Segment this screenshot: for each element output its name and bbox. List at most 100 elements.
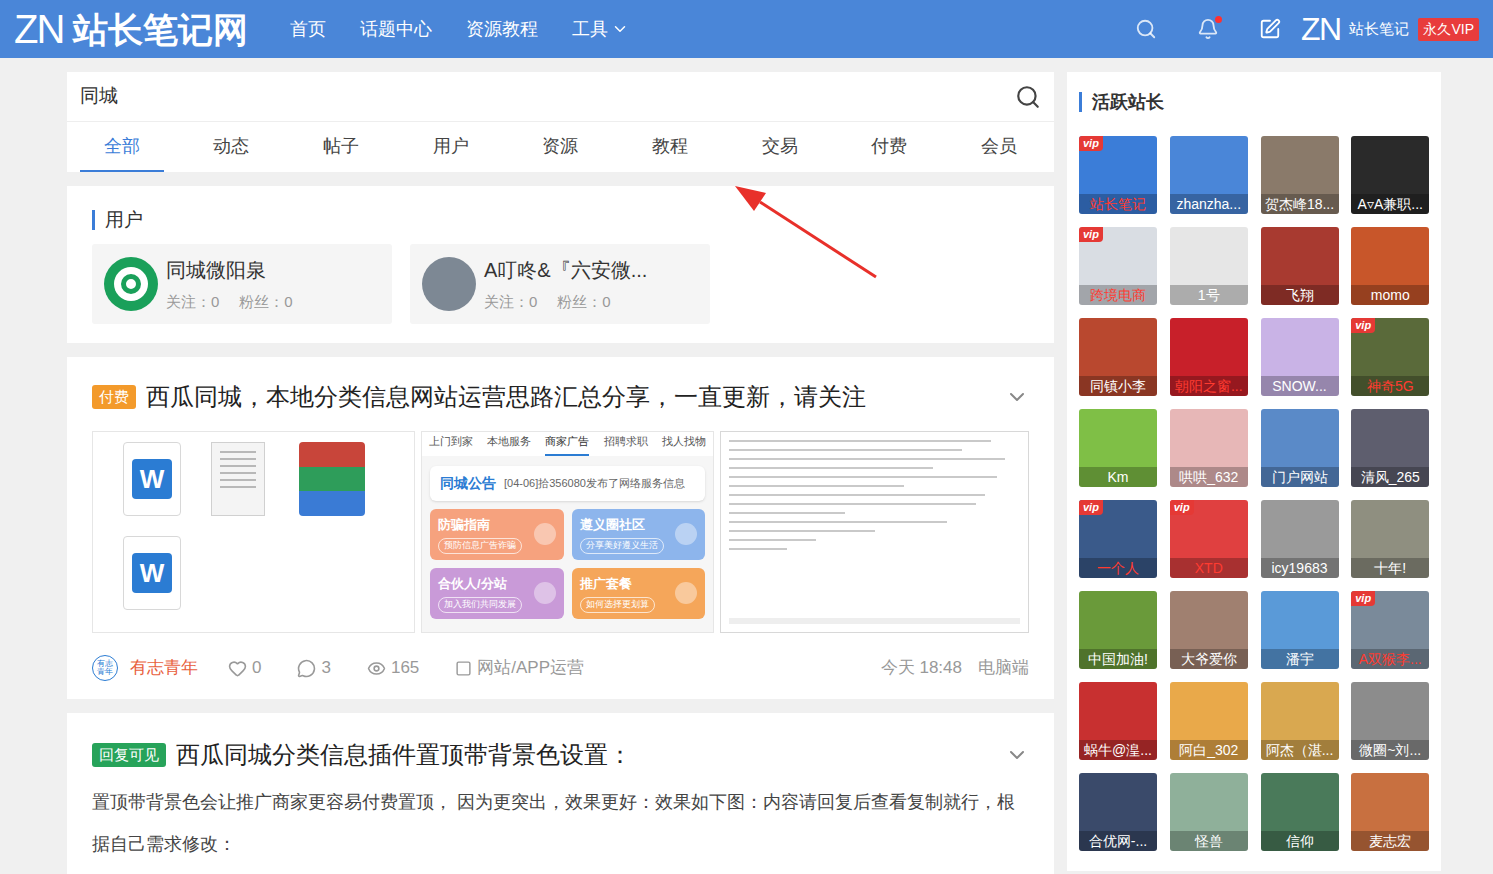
member-grid: vip站长笔记zhanzha...贺杰峰18...A▿A兼职... vip跨境电商…: [1079, 136, 1429, 851]
app-tab[interactable]: 上门到家: [429, 433, 473, 456]
active-members: 活跃站长vip站长笔记zhanzha...贺杰峰18...A▿A兼职...vip…: [1067, 72, 1441, 871]
expand-icon[interactable]: [1005, 385, 1029, 409]
member-tile[interactable]: vipXTD: [1170, 500, 1248, 578]
files-screenshot[interactable]: WW: [92, 431, 415, 633]
member-tile[interactable]: vip跨境电商: [1079, 227, 1157, 305]
follow-count: 关注：0: [484, 291, 537, 314]
member-tile[interactable]: vip站长笔记: [1079, 136, 1157, 214]
author-avatar[interactable]: 有志青年: [92, 655, 118, 681]
member-tile[interactable]: SNOW...: [1261, 318, 1339, 396]
member-tile[interactable]: 飞翔: [1261, 227, 1339, 305]
post-category[interactable]: 网站/APP运营: [455, 655, 584, 681]
member-tile[interactable]: vipA双猴李...: [1351, 591, 1429, 669]
search-tab[interactable]: 资源: [506, 122, 616, 172]
post-title[interactable]: 西瓜同城分类信息插件置顶带背景色设置：: [176, 737, 632, 773]
member-tile[interactable]: 哄哄_632: [1170, 409, 1248, 487]
tile-icon: [534, 582, 556, 604]
member-tile[interactable]: 清风_265: [1351, 409, 1429, 487]
member-tile[interactable]: 同镇小李: [1079, 318, 1157, 396]
app-tile[interactable]: 防骗指南预防信息广告诈骗: [430, 509, 564, 560]
member-tile[interactable]: 合优网-...: [1079, 773, 1157, 851]
app-tab[interactable]: 招聘求职: [604, 433, 648, 456]
member-tile[interactable]: 微圈~刘...: [1351, 682, 1429, 760]
app-tab[interactable]: 本地服务: [487, 433, 531, 456]
member-tile[interactable]: 十年!: [1351, 500, 1429, 578]
nav-item[interactable]: 首页: [290, 16, 326, 43]
nav-item[interactable]: 话题中心: [360, 16, 432, 43]
member-tile[interactable]: 阿白_302: [1170, 682, 1248, 760]
app-tab[interactable]: 商家广告: [545, 433, 589, 456]
member-tile[interactable]: 潘宇: [1261, 591, 1339, 669]
search-tab[interactable]: 教程: [615, 122, 725, 172]
search-icon[interactable]: [1135, 18, 1157, 40]
member-name: 哄哄_632: [1170, 467, 1248, 487]
author-name[interactable]: 有志青年: [130, 655, 198, 681]
search-tab[interactable]: 付费: [835, 122, 945, 172]
page: ZN站长笔记网首页话题中心资源教程工具ZN站长笔记永久VIP同城全部动态帖子用户…: [0, 0, 1493, 874]
comment-icon: [297, 659, 316, 678]
search-tab[interactable]: 全部: [67, 122, 177, 172]
member-tile[interactable]: 信仰: [1261, 773, 1339, 851]
member-tile[interactable]: 怪兽: [1170, 773, 1248, 851]
eye-icon: [367, 659, 386, 678]
app-tab[interactable]: 找人找物: [662, 433, 706, 456]
header-actions: ZN 站长笔记永久VIP: [1135, 13, 1479, 45]
member-tile[interactable]: momo: [1351, 227, 1429, 305]
user-name: 站长笔记: [1349, 18, 1409, 41]
expand-icon[interactable]: [1005, 743, 1029, 767]
vip-tag: vip: [1079, 136, 1103, 151]
search-icon[interactable]: [1015, 84, 1041, 110]
nav-item[interactable]: 工具: [572, 16, 629, 43]
app-screenshot[interactable]: 上门到家本地服务商家广告招聘求职找人找物同城公告[04-06]拾356080发布…: [421, 431, 714, 633]
user-chip[interactable]: 同城微阳泉关注：0粉丝：0: [92, 244, 392, 324]
search-tab[interactable]: 动态: [177, 122, 287, 172]
document-screenshot[interactable]: [720, 431, 1029, 633]
user-avatar: [422, 257, 476, 311]
search-tab[interactable]: 会员: [944, 122, 1054, 172]
view-count: 165: [367, 655, 419, 681]
logo[interactable]: ZN站长笔记网: [14, 9, 248, 49]
member-tile[interactable]: vip一个人: [1079, 500, 1157, 578]
app-tile[interactable]: 遵义圈社区分享美好遵义生活: [572, 509, 706, 560]
member-tile[interactable]: 朝阳之窗...: [1170, 318, 1248, 396]
nav-item[interactable]: 资源教程: [466, 16, 538, 43]
member-tile[interactable]: icy19683: [1261, 500, 1339, 578]
search-tab[interactable]: 交易: [725, 122, 835, 172]
member-tile[interactable]: A▿A兼职...: [1351, 136, 1429, 214]
member-tile[interactable]: 中国加油!: [1079, 591, 1157, 669]
user-chip[interactable]: A叮咚&『六安微...关注：0粉丝：0: [410, 244, 710, 324]
category-icon: [455, 660, 472, 677]
member-tile[interactable]: 阿杰（湛...: [1261, 682, 1339, 760]
fans-count: 粉丝：0: [239, 291, 292, 314]
search-tab[interactable]: 用户: [396, 122, 506, 172]
vip-badge: 永久VIP: [1418, 18, 1479, 41]
search-tab[interactable]: 帖子: [286, 122, 396, 172]
member-tile[interactable]: vip神奇5G: [1351, 318, 1429, 396]
member-tile[interactable]: 贺杰峰18...: [1261, 136, 1339, 214]
comment-count[interactable]: 3: [297, 655, 330, 681]
search-field[interactable]: 同城: [67, 72, 1054, 122]
member-tile[interactable]: 麦志宏: [1351, 773, 1429, 851]
member-tile[interactable]: Km: [1079, 409, 1157, 487]
post-card[interactable]: 回复可见西瓜同城分类信息插件置顶带背景色设置：置顶带背景色会让推广商家更容易付费…: [67, 713, 1054, 874]
member-tile[interactable]: 大爷爱你: [1170, 591, 1248, 669]
member-name: 飞翔: [1261, 285, 1339, 305]
edit-icon[interactable]: [1259, 18, 1281, 40]
app-tile[interactable]: 推广套餐如何选择更划算: [572, 568, 706, 619]
post-title[interactable]: 西瓜同城，本地分类信息网站运营思路汇总分享，一直更新，请关注: [146, 379, 866, 415]
word-file-icon: W: [123, 442, 181, 516]
top-bar: ZN站长笔记网 首页 话题中心 资源教程 工具 ZN 站长笔记永久VIP: [0, 0, 1493, 58]
like-count[interactable]: 0: [228, 655, 261, 681]
member-name: 1号: [1170, 285, 1248, 305]
post-card[interactable]: 付费西瓜同城，本地分类信息网站运营思路汇总分享，一直更新，请关注WW上门到家本地…: [67, 357, 1054, 699]
member-tile[interactable]: 1号: [1170, 227, 1248, 305]
member-tile[interactable]: 门户网站: [1261, 409, 1339, 487]
app-tile[interactable]: 合伙人/分站加入我们共同发展: [430, 568, 564, 619]
unread-dot: [1215, 16, 1222, 23]
user-menu[interactable]: ZN 站长笔记永久VIP: [1301, 13, 1479, 45]
member-tile[interactable]: zhanzha...: [1170, 136, 1248, 214]
member-name: 蜗牛@湟...: [1079, 740, 1157, 760]
user-avatar: ZN: [1301, 13, 1340, 45]
member-tile[interactable]: 蜗牛@湟...: [1079, 682, 1157, 760]
notification-button[interactable]: [1197, 18, 1219, 40]
